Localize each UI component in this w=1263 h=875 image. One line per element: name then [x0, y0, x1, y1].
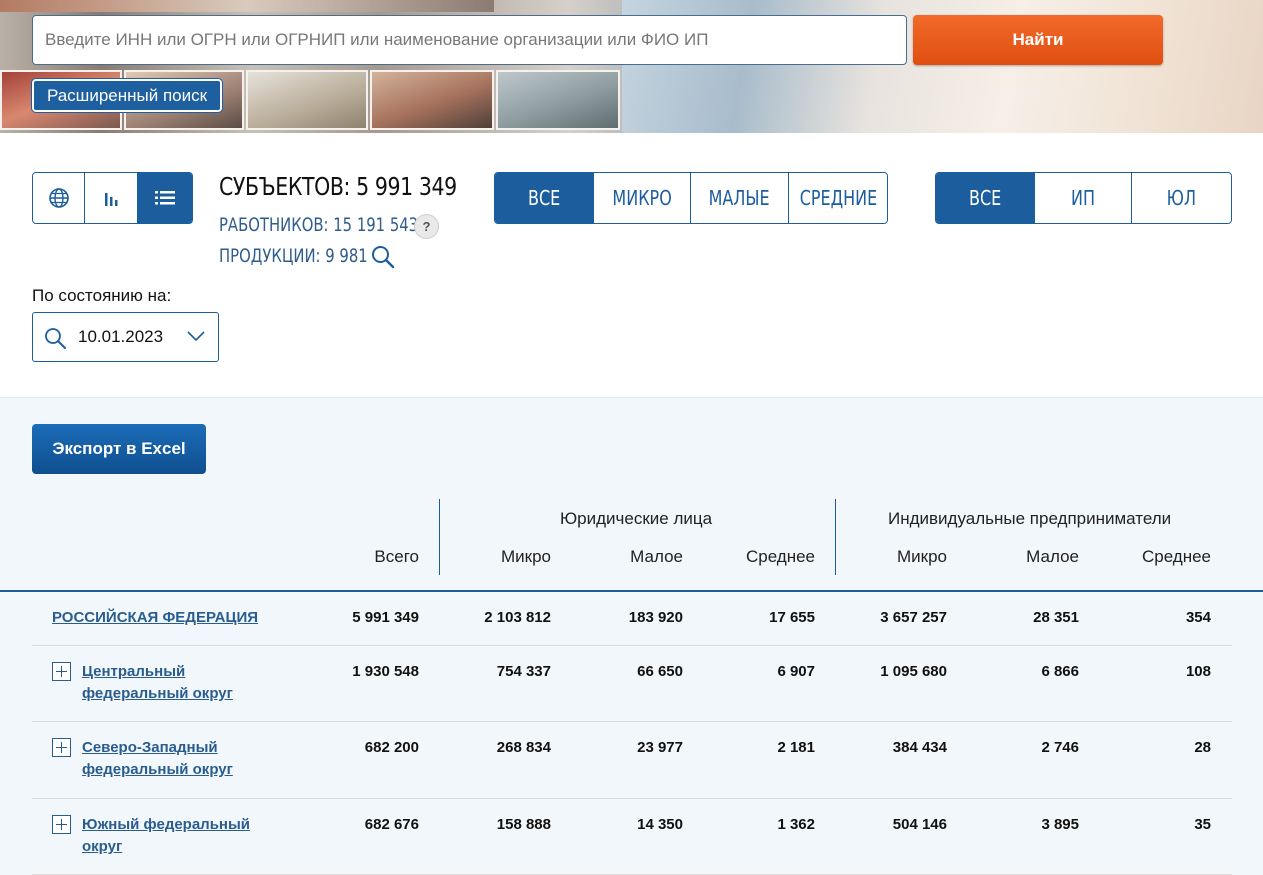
type-filter-ip-label: ИП [1071, 186, 1095, 210]
table-cell: 28 351 [1033, 609, 1079, 626]
row-divider [32, 721, 1232, 722]
search-input[interactable] [32, 15, 907, 65]
table-cell: 3 657 257 [880, 609, 947, 626]
region-name-line: федеральный округ [82, 761, 233, 778]
banner-photo [246, 70, 368, 130]
table-cell: 158 888 [496, 816, 551, 833]
table-cell: 682 676 [364, 816, 419, 833]
type-filter-all[interactable]: ВСЕ [936, 173, 1035, 223]
column-header-legal-micro: Микро [500, 547, 551, 566]
table-cell: 2 746 [1041, 739, 1079, 756]
size-filter-small[interactable]: МАЛЫЕ [691, 173, 789, 223]
type-filter-ip[interactable]: ИП [1035, 173, 1132, 223]
expand-icon[interactable] [52, 662, 71, 681]
region-name-line: федеральный округ [82, 685, 233, 702]
column-header-ip-medium: Среднее [1141, 547, 1211, 566]
subjects-count: СУБЪЕКТОВ: 5 991 349 [219, 172, 457, 201]
table-cell: 66 650 [637, 663, 683, 680]
size-filter: ВСЕ МИКРО МАЛЫЕ СРЕДНИЕ [494, 172, 888, 224]
table-cell: 183 920 [628, 609, 683, 626]
expand-icon[interactable] [52, 815, 71, 834]
table-cell: 682 200 [364, 739, 419, 756]
table-cell: 5 991 349 [352, 609, 419, 626]
table-cell: 2 181 [777, 739, 815, 756]
size-filter-micro[interactable]: МИКРО [594, 173, 691, 223]
search-icon [45, 328, 66, 349]
table-cell: 6 907 [777, 663, 815, 680]
table-cell: 6 866 [1041, 663, 1079, 680]
banner-photo [370, 70, 494, 130]
size-filter-medium[interactable]: СРЕДНИЕ [789, 173, 887, 223]
column-divider [835, 499, 836, 575]
group-header-ip: Индивидуальные предприниматели [888, 509, 1172, 528]
table-cell: 1 362 [777, 816, 815, 833]
table-cell: 1 930 548 [352, 663, 419, 680]
workers-count: РАБОТНИКОВ: 15 191 543 [219, 214, 419, 236]
bar-chart-icon [105, 193, 118, 206]
products-count: ПРОДУКЦИИ: 9 981 [219, 245, 368, 267]
column-header-legal-small: Малое [630, 547, 683, 566]
column-header-ip-small: Малое [1026, 547, 1079, 566]
region-link-northwest[interactable]: Северо-Западный федеральный округ [82, 737, 233, 781]
region-link-central[interactable]: Центральный федеральный округ [82, 661, 233, 705]
column-header-ip-micro: Микро [896, 547, 947, 566]
size-filter-medium-label: СРЕДНИЕ [799, 186, 877, 210]
find-button[interactable]: Найти [913, 15, 1163, 65]
search-icon[interactable] [370, 244, 396, 270]
table-cell: 504 146 [892, 816, 947, 833]
table-cell: 17 655 [769, 609, 815, 626]
row-divider [32, 645, 1232, 646]
type-filter-ul[interactable]: ЮЛ [1132, 173, 1231, 223]
table-cell: 108 [1185, 663, 1211, 680]
size-filter-all[interactable]: ВСЕ [495, 173, 594, 223]
column-header-total: Всего [374, 547, 419, 566]
globe-icon [48, 188, 69, 208]
expand-icon[interactable] [52, 738, 71, 757]
region-name-line: Центральный [82, 663, 186, 680]
date-select[interactable]: 10.01.2023 [32, 312, 219, 362]
type-filter: ВСЕ ИП ЮЛ [935, 172, 1232, 224]
region-link-south[interactable]: Южный федеральный округ [82, 814, 250, 858]
table-cell: 268 834 [496, 739, 551, 756]
help-icon[interactable]: ? [414, 214, 439, 239]
view-chart-button[interactable] [85, 173, 138, 223]
table-cell: 35 [1194, 816, 1211, 833]
region-name-line: Северо-Западный [82, 739, 218, 756]
table-cell: 354 [1185, 609, 1211, 626]
view-toggle [32, 172, 193, 224]
group-header-legal: Юридические лица [560, 509, 713, 528]
view-map-button[interactable] [33, 173, 86, 223]
date-label: По состоянию на: [32, 286, 172, 305]
banner-photo [0, 0, 494, 12]
view-list-button[interactable] [137, 173, 192, 223]
advanced-search-button[interactable]: Расширенный поиск [32, 79, 222, 112]
table-cell: 3 895 [1041, 816, 1079, 833]
column-header-legal-medium: Среднее [745, 547, 815, 566]
table-cell: 23 977 [637, 739, 683, 756]
region-name-line: округ [82, 838, 123, 855]
table-cell: 1 095 680 [880, 663, 947, 680]
region-link-russian-federation[interactable]: РОССИЙСКАЯ ФЕДЕРАЦИЯ [52, 607, 258, 629]
column-divider [439, 499, 440, 575]
table-header-divider [0, 590, 1263, 592]
table-cell: 28 [1194, 739, 1211, 756]
size-filter-small-label: МАЛЫЕ [708, 186, 770, 210]
banner-photo [496, 70, 620, 130]
region-name-line: Южный федеральный [82, 816, 251, 833]
type-filter-all-label: ВСЕ [968, 186, 1002, 210]
table-cell: 14 350 [637, 816, 683, 833]
size-filter-micro-label: МИКРО [612, 186, 672, 210]
row-divider [32, 798, 1232, 799]
chevron-down-icon [187, 331, 205, 342]
table-cell: 384 434 [892, 739, 947, 756]
export-excel-button[interactable]: Экспорт в Excel [32, 424, 206, 474]
table-cell: 2 103 812 [484, 609, 551, 626]
type-filter-ul-label: ЮЛ [1166, 186, 1197, 210]
size-filter-all-label: ВСЕ [527, 186, 561, 210]
table-cell: 754 337 [496, 663, 551, 680]
date-value: 10.01.2023 [78, 327, 164, 346]
list-icon [154, 191, 175, 205]
